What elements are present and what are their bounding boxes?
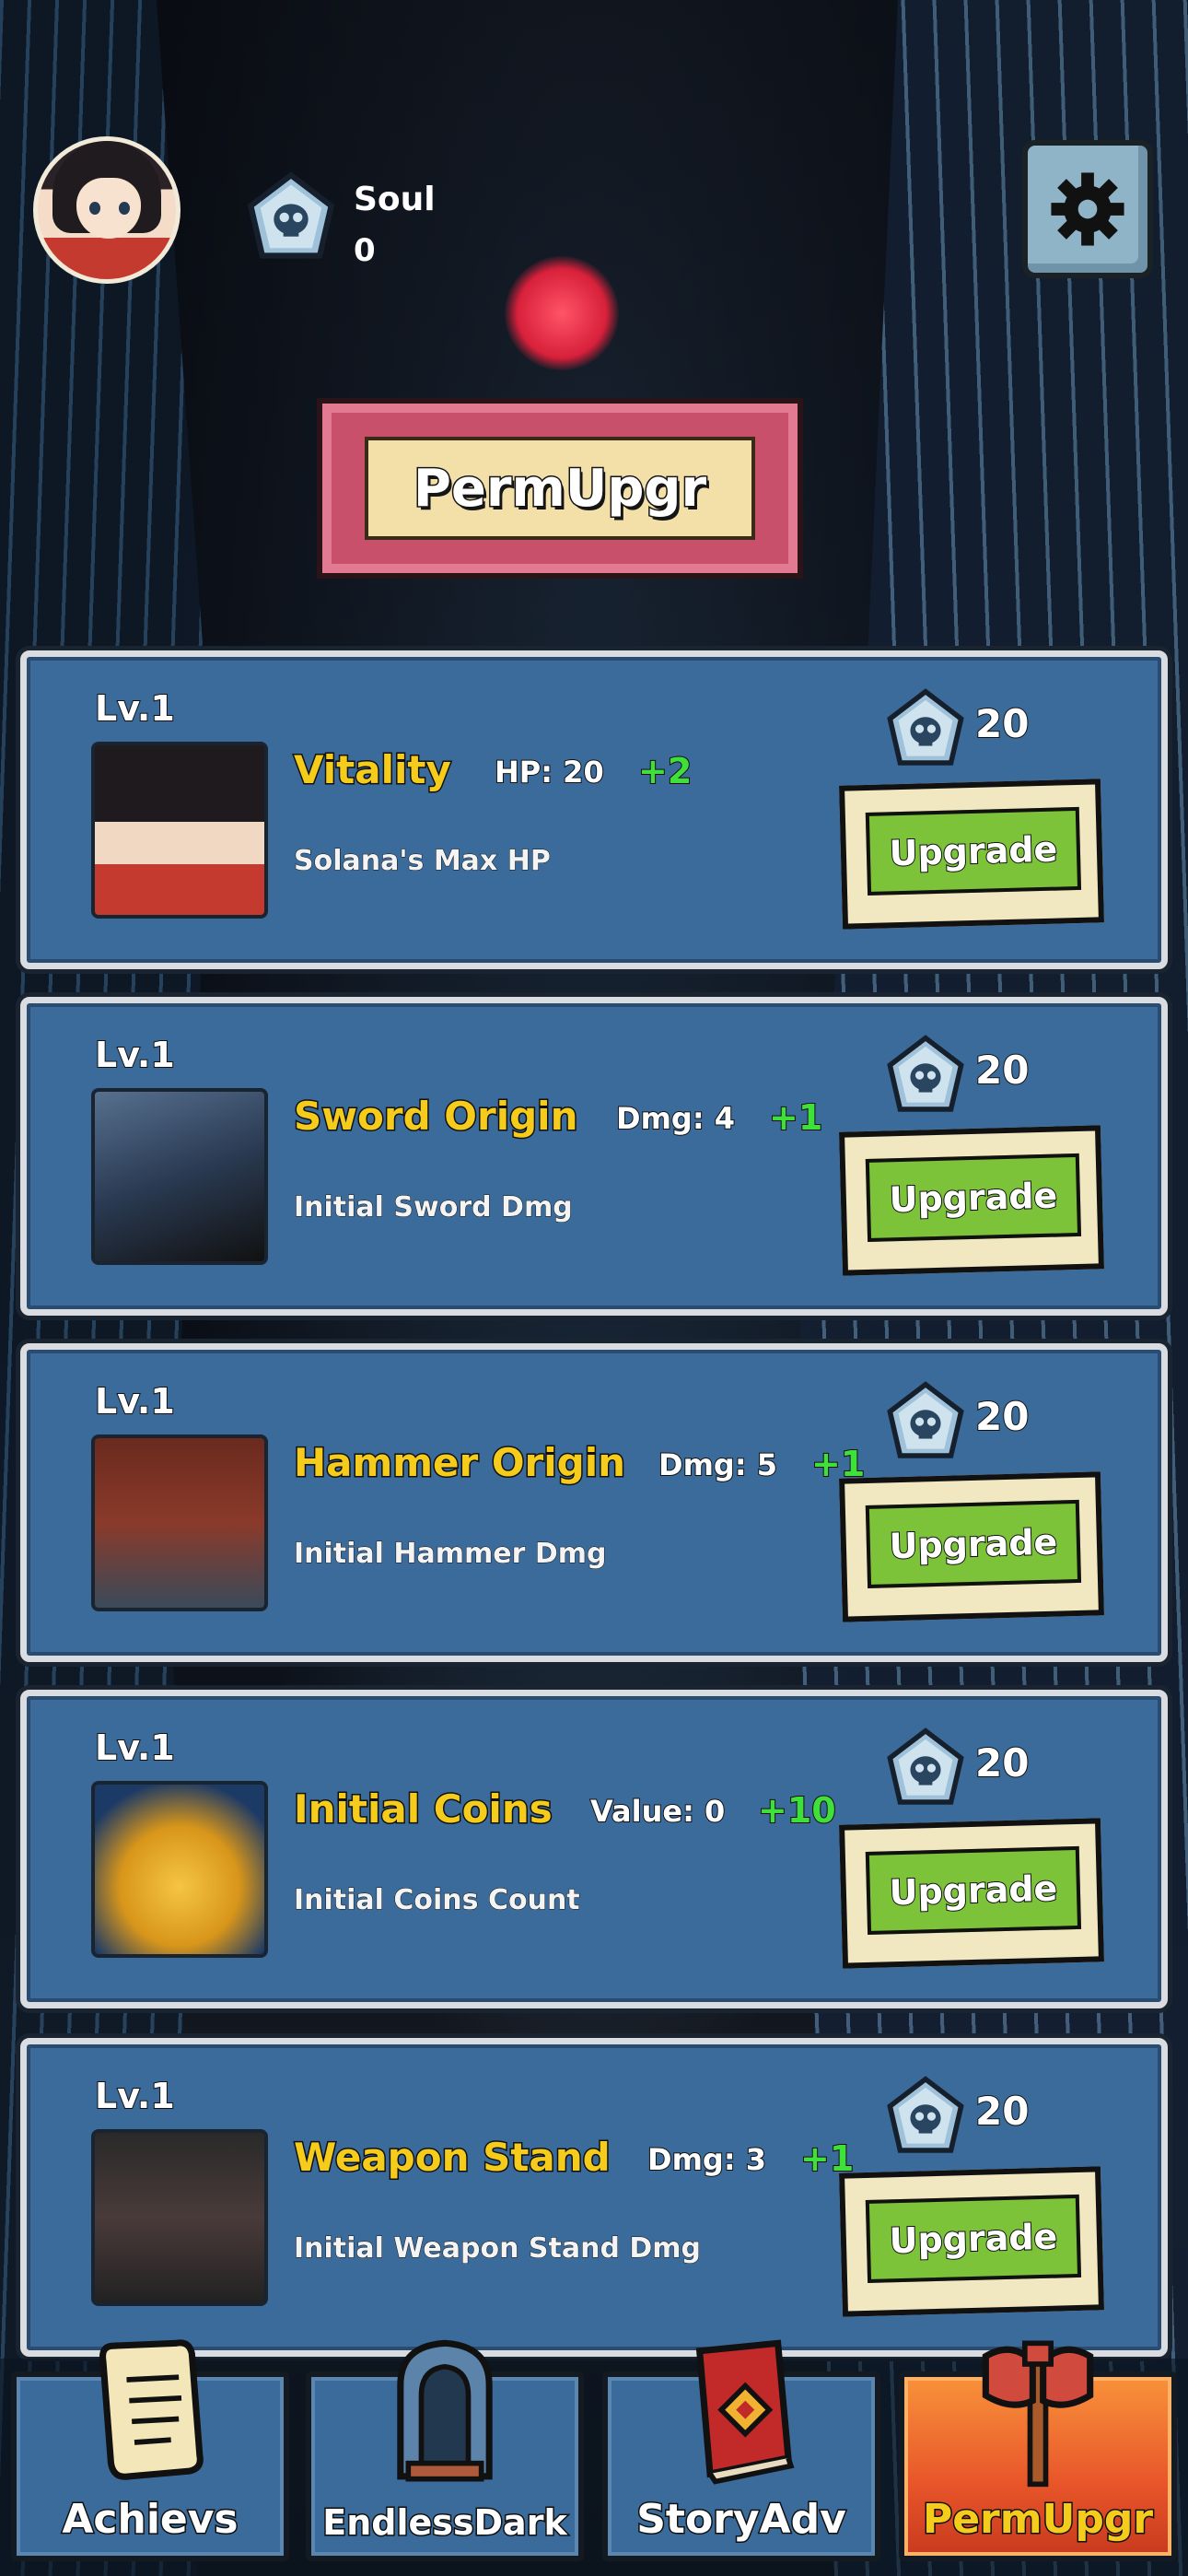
upgrade-name: Vitality — [293, 746, 453, 794]
upgrade-increment: +2 — [637, 750, 693, 792]
upgrade-card: Lv.1 Weapon Stand Dmg: 3 +1 Initial Weap… — [20, 2038, 1168, 2357]
nav-label: StoryAdv — [635, 2495, 848, 2545]
currency-value: 0 — [354, 232, 376, 269]
upgrade-description: Initial Coins Count — [294, 1884, 581, 1917]
upgrade-description: Initial Weapon Stand Dmg — [293, 2232, 702, 2266]
book-icon — [695, 2339, 795, 2485]
upgrade-cost: 20 — [974, 700, 1030, 747]
soul-gem-icon — [887, 688, 964, 766]
upgrade-increment: +1 — [768, 1096, 823, 1139]
gear-icon — [1051, 172, 1124, 246]
upgrade-card: Lv.1 Initial Coins Value: 0 +10 Initial … — [20, 1690, 1168, 2008]
scroll-icon — [99, 2339, 204, 2480]
gate-icon — [397, 2339, 493, 2482]
upgrade-thumbnail — [91, 2129, 268, 2306]
upgrade-button-label: Upgrade — [865, 1499, 1082, 1588]
upgrade-level: Lv.1 — [94, 1727, 176, 1769]
upgrade-description: Initial Hammer Dmg — [294, 1538, 607, 1571]
upgrade-button-label: Upgrade — [865, 1845, 1082, 1935]
upgrade-level: Lv.1 — [94, 2075, 176, 2117]
soul-gem-icon — [247, 171, 335, 259]
currency-label: Soul — [354, 181, 436, 218]
upgrade-thumbnail — [91, 1434, 268, 1611]
upgrade-button-label: Upgrade — [865, 2194, 1082, 2283]
upgrade-level: Lv.1 — [94, 687, 176, 730]
nav-label: Achievs — [61, 2495, 239, 2545]
nav-tab-story-adventure[interactable]: StoryAdv — [602, 2339, 880, 2561]
upgrade-stat: Value: 0 — [589, 1793, 726, 1830]
upgrade-stat: HP: 20 — [494, 754, 605, 790]
settings-button[interactable] — [1022, 140, 1153, 278]
page-title: PermUpgr — [412, 457, 707, 520]
upgrade-description: Initial Sword Dmg — [294, 1191, 574, 1224]
page-title-banner: PermUpgr — [317, 398, 803, 579]
upgrade-button-label: Upgrade — [865, 806, 1082, 896]
upgrade-button[interactable]: Upgrade — [839, 2166, 1104, 2317]
nav-tab-endless-dark[interactable]: EndlessDark — [306, 2339, 584, 2561]
upgrade-name: Hammer Origin — [292, 1439, 626, 1487]
upgrade-card: Lv.1 Vitality HP: 20 +2 Solana's Max HP … — [20, 650, 1168, 969]
red-moon — [505, 256, 619, 370]
soul-gem-icon — [887, 1381, 964, 1458]
upgrade-card: Lv.1 Sword Origin Dmg: 4 +1 Initial Swor… — [20, 997, 1168, 1316]
upgrade-cost: 20 — [974, 2088, 1030, 2135]
upgrade-thumbnail — [91, 742, 268, 919]
axe-icon — [982, 2340, 1094, 2488]
soul-gem-icon — [887, 2076, 964, 2153]
nav-label: PermUpgr — [921, 2495, 1154, 2545]
upgrade-cost: 20 — [974, 1047, 1030, 1094]
upgrade-card: Lv.1 Hammer Origin Dmg: 5 +1 Initial Ham… — [20, 1343, 1168, 1662]
upgrade-name: Sword Origin — [292, 1093, 578, 1141]
upgrade-cost: 20 — [974, 1393, 1030, 1440]
nav-tab-achievements[interactable]: Achievs — [11, 2339, 289, 2561]
soul-gem-icon — [887, 1727, 964, 1805]
upgrade-button[interactable]: Upgrade — [839, 1818, 1104, 1969]
nav-label: EndlessDark — [321, 2501, 568, 2545]
upgrade-stat: Dmg: 4 — [615, 1100, 736, 1137]
upgrade-level: Lv.1 — [94, 1380, 176, 1423]
upgrade-name: Weapon Stand — [293, 2134, 612, 2182]
upgrade-cost: 20 — [974, 1739, 1030, 1786]
player-avatar[interactable] — [33, 136, 181, 284]
upgrade-thumbnail — [91, 1088, 268, 1265]
upgrade-stat: Dmg: 5 — [658, 1446, 778, 1483]
upgrade-button-label: Upgrade — [865, 1153, 1082, 1242]
upgrade-level: Lv.1 — [94, 1034, 176, 1076]
upgrade-name: Initial Coins — [293, 1786, 554, 1833]
upgrade-thumbnail — [91, 1781, 268, 1958]
upgrade-button[interactable]: Upgrade — [839, 1125, 1104, 1276]
upgrade-increment: +10 — [757, 1789, 837, 1832]
upgrade-stat: Dmg: 3 — [646, 2141, 767, 2178]
upgrade-button[interactable]: Upgrade — [839, 1471, 1104, 1622]
nav-tab-perm-upgrade[interactable]: PermUpgr — [899, 2340, 1177, 2561]
soul-gem-icon — [887, 1035, 964, 1112]
upgrade-description: Solana's Max HP — [294, 845, 552, 878]
upgrade-button[interactable]: Upgrade — [839, 779, 1104, 930]
